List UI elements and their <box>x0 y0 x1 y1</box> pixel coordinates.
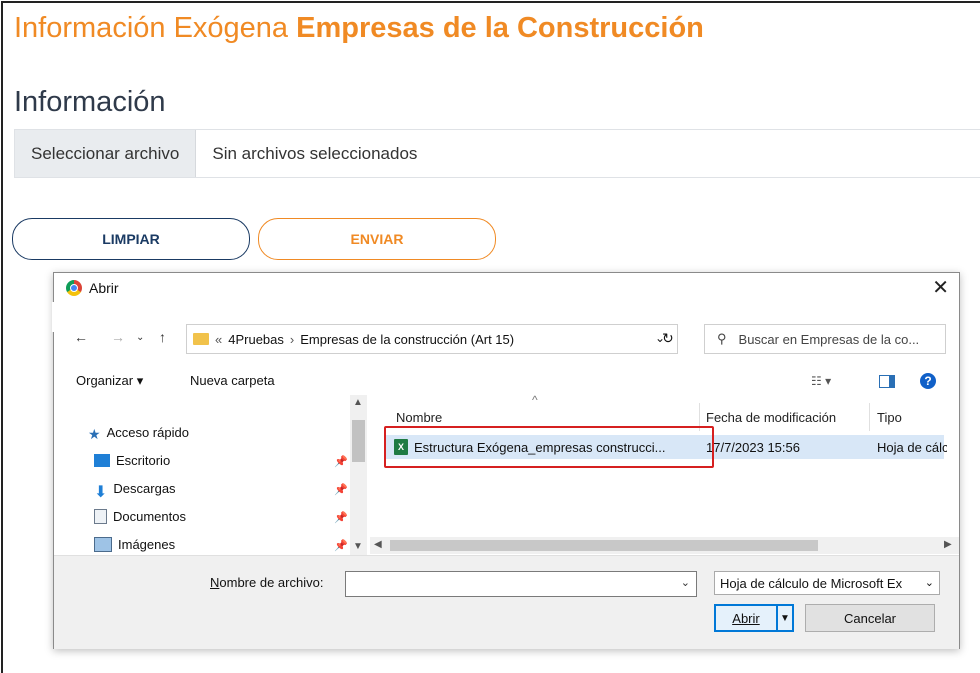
dialog-footer: Nombre de archivo: ⌄ Hoja de cálculo de … <box>54 555 959 649</box>
cancel-button[interactable]: Cancelar <box>805 604 935 632</box>
scroll-up-icon[interactable]: ▲ <box>353 397 363 408</box>
back-arrow-icon[interactable]: ← <box>74 329 88 345</box>
file-status: Sin archivos seleccionados <box>212 143 418 163</box>
chrome-icon <box>66 280 82 296</box>
file-type-value: Hoja de cálculo de Microsoft Ex <box>720 575 903 591</box>
nav-item-quick-access[interactable]: ★ Acceso rápido <box>88 425 189 442</box>
up-arrow-icon[interactable]: ↑ <box>159 329 166 345</box>
organize-menu[interactable]: Organizar ▾ <box>76 373 143 389</box>
column-name[interactable]: Nombre <box>396 410 442 425</box>
breadcrumb-current[interactable]: Empresas de la construcción (Art 15) <box>300 332 514 347</box>
sort-caret-icon: ^ <box>532 393 538 407</box>
preview-pane-icon[interactable] <box>879 375 895 388</box>
address-bar[interactable]: « 4Pruebas › Empresas de la construcción… <box>186 324 678 354</box>
address-row: ← → ⌄ ↑ « 4Pruebas › Empresas de la cons… <box>54 319 959 354</box>
nav-item-images[interactable]: Imágenes <box>94 537 175 552</box>
search-input[interactable]: ⚲ Buscar en Empresas de la co... <box>704 324 946 354</box>
scroll-left-icon[interactable]: ◀ <box>374 539 382 550</box>
scroll-right-icon[interactable]: ▶ <box>944 539 952 550</box>
chevron-down-icon[interactable]: ⌄ <box>681 576 690 589</box>
document-icon <box>94 509 107 524</box>
open-button-label: Abrir <box>732 610 760 626</box>
column-type[interactable]: Tipo <box>877 410 902 425</box>
search-icon: ⚲ <box>717 331 727 346</box>
column-modified[interactable]: Fecha de modificación <box>706 410 836 425</box>
nav-item-desktop[interactable]: Escritorio <box>94 453 170 468</box>
filename-input[interactable]: ⌄ <box>345 571 697 597</box>
pin-icon: 📌 <box>334 456 348 468</box>
dialog-toolbar: Organizar ▾ Nueva carpeta ☷ ▾ ? <box>54 368 959 394</box>
pin-icon: 📌 <box>334 512 348 524</box>
navigation-pane: ★ Acceso rápido Escritorio 📌 ⬇ Descargas… <box>54 395 367 555</box>
breadcrumb-separator-icon: › <box>289 331 295 347</box>
breadcrumb-overflow[interactable]: « <box>215 332 222 347</box>
breadcrumb-4pruebas[interactable]: 4Pruebas <box>228 332 284 347</box>
send-button[interactable]: ENVIAR <box>258 218 496 260</box>
file-type-select[interactable]: Hoja de cálculo de Microsoft Ex ⌄ <box>714 571 940 595</box>
nav-scrollbar[interactable]: ▲ ▼ <box>350 395 367 555</box>
pin-icon: 📌 <box>334 540 348 552</box>
open-file-dialog: Abrir ✕ ← → ⌄ ↑ « 4Pruebas › Empresas de… <box>52 272 960 649</box>
nav-item-label: Imágenes <box>118 537 176 552</box>
nav-item-label: Escritorio <box>116 453 171 468</box>
dialog-titlebar: Abrir ✕ <box>54 273 959 301</box>
new-folder-button[interactable]: Nueva carpeta <box>190 373 275 388</box>
desktop-icon <box>94 454 110 467</box>
chevron-down-icon[interactable]: ⌄ <box>925 576 934 589</box>
nav-item-label: Descargas <box>113 481 176 496</box>
scroll-down-icon[interactable]: ▼ <box>353 541 363 552</box>
download-icon: ⬇ <box>94 484 108 501</box>
filename-label: Nombre de archivo: <box>210 575 324 590</box>
file-modified: 17/7/2023 15:56 <box>706 439 800 455</box>
open-button[interactable]: Abrir ▼ <box>714 604 794 632</box>
horizontal-scroll-thumb[interactable] <box>390 540 818 551</box>
column-divider <box>869 403 870 431</box>
file-type: Hoja de cálcu <box>877 439 947 455</box>
image-icon <box>94 537 112 552</box>
recent-chevron-icon[interactable]: ⌄ <box>136 332 144 343</box>
folder-icon <box>193 333 209 345</box>
dialog-content: ★ Acceso rápido Escritorio 📌 ⬇ Descargas… <box>54 393 959 555</box>
search-placeholder: Buscar en Empresas de la co... <box>738 331 920 347</box>
nav-item-documents[interactable]: Documentos <box>94 509 186 524</box>
nav-item-label: Documentos <box>113 509 186 524</box>
nav-item-label: Acceso rápido <box>106 425 189 440</box>
clear-button[interactable]: LIMPIAR <box>12 218 250 260</box>
help-icon[interactable]: ? <box>920 373 936 389</box>
forward-arrow-icon[interactable]: → <box>111 329 125 345</box>
select-file-button[interactable]: Seleccionar archivo <box>15 130 197 177</box>
close-icon[interactable]: ✕ <box>932 275 949 300</box>
page-title: Información Exógena Empresas de la Const… <box>14 12 704 44</box>
star-icon: ★ <box>88 426 101 442</box>
nav-item-downloads[interactable]: ⬇ Descargas <box>94 481 176 501</box>
nav-scroll-thumb[interactable] <box>352 420 365 462</box>
pin-icon: 📌 <box>334 484 348 496</box>
file-input[interactable]: Seleccionar archivo Sin archivos selecci… <box>14 129 980 178</box>
dialog-title: Abrir <box>89 280 119 296</box>
view-options-icon[interactable]: ☷ ▾ <box>811 374 831 388</box>
section-title: Información <box>14 86 166 118</box>
refresh-icon[interactable]: ↻ <box>662 330 674 347</box>
horizontal-scrollbar[interactable]: ◀ ▶ <box>370 537 959 554</box>
highlight-annotation <box>384 426 714 468</box>
open-split-dropdown-icon[interactable]: ▼ <box>776 606 792 630</box>
